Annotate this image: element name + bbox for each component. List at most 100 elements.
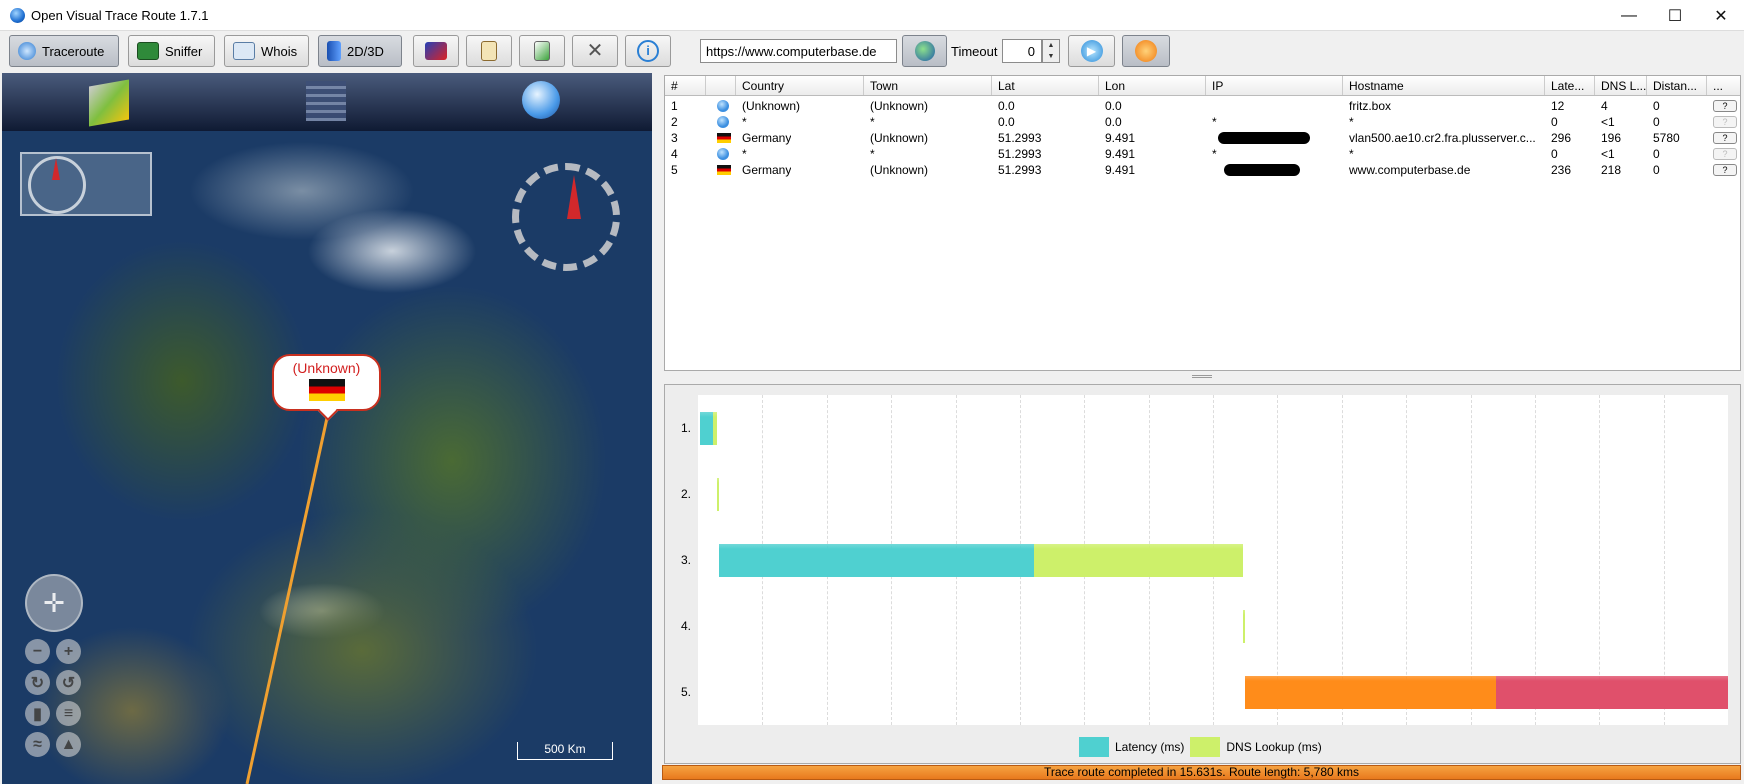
cell-flag bbox=[711, 98, 729, 114]
screenshot-icon bbox=[425, 42, 447, 60]
col-header[interactable]: Lat bbox=[992, 76, 1099, 95]
sniffer-button[interactable]: Sniffer bbox=[128, 35, 215, 67]
col-header[interactable]: # bbox=[665, 76, 706, 95]
cell-lat: 51.2993 bbox=[998, 163, 1042, 177]
horizontal-splitter[interactable] bbox=[664, 372, 1741, 382]
cell-country: (Unknown) bbox=[742, 99, 801, 113]
germany-flag-icon bbox=[308, 379, 345, 401]
col-header[interactable]: DNS L... bbox=[1595, 76, 1647, 95]
status-bar: Trace route completed in 15.631s. Route … bbox=[662, 765, 1741, 780]
cell-ip bbox=[1206, 162, 1300, 178]
cell-dns: <1 bbox=[1601, 115, 1615, 129]
terrain-icon[interactable]: ≈ bbox=[25, 732, 50, 757]
cell-distance: 0 bbox=[1653, 147, 1660, 161]
cell-distance: 0 bbox=[1653, 163, 1660, 177]
elevation-icon[interactable]: ≡ bbox=[56, 701, 81, 726]
about-button[interactable]: i bbox=[625, 35, 671, 67]
timeout-label: Timeout bbox=[951, 44, 998, 59]
whois-row-button[interactable]: ? bbox=[1713, 116, 1737, 128]
cell-num: 1 bbox=[671, 99, 678, 113]
view-label: 2D/3D bbox=[347, 43, 384, 59]
whois-row-button[interactable]: ? bbox=[1713, 164, 1737, 176]
col-header[interactable]: Distan... bbox=[1647, 76, 1707, 95]
table-row[interactable]: 1 (Unknown) (Unknown) 0.0 0.0 fritz.box … bbox=[665, 98, 1740, 114]
table-row[interactable]: 3 Germany (Unknown) 51.2993 9.491 vlan50… bbox=[665, 130, 1740, 146]
compass-needle-icon bbox=[567, 175, 581, 219]
germany-flag-icon bbox=[717, 165, 731, 175]
maximize-button[interactable]: ☐ bbox=[1652, 0, 1698, 31]
latency-bar bbox=[719, 543, 1035, 577]
cell-distance: 0 bbox=[1653, 115, 1660, 129]
col-header[interactable]: Late... bbox=[1545, 76, 1595, 95]
hop-balloon[interactable]: (Unknown) bbox=[272, 354, 381, 421]
timeout-spinner[interactable]: ▲ ▼ bbox=[1042, 39, 1060, 63]
export-button[interactable] bbox=[519, 35, 565, 67]
col-header[interactable]: ... bbox=[1707, 76, 1740, 95]
pan-control[interactable]: ✛ bbox=[25, 574, 83, 632]
whois-row-button[interactable]: ? bbox=[1713, 148, 1737, 160]
hops-table[interactable]: # Country Town Lat Lon IP Hostname Late.… bbox=[664, 75, 1741, 371]
stop-button[interactable] bbox=[1122, 35, 1170, 67]
rotate-right-icon[interactable]: ↺ bbox=[56, 670, 81, 695]
latency-bar bbox=[1244, 675, 1496, 709]
col-header[interactable]: Country bbox=[736, 76, 864, 95]
cell-lat: 51.2993 bbox=[998, 131, 1042, 145]
whois-row-button[interactable]: ? bbox=[1713, 100, 1737, 112]
compass[interactable] bbox=[512, 163, 620, 271]
cell-country: * bbox=[742, 147, 747, 161]
mountain-icon[interactable]: ▲ bbox=[56, 732, 81, 757]
view-2d3d-button[interactable]: 2D/3D bbox=[318, 35, 402, 67]
close-button[interactable]: ✕ bbox=[1698, 0, 1744, 31]
whois-label: Whois bbox=[261, 43, 298, 59]
legend-swatch-dns bbox=[1190, 737, 1221, 757]
screenshot-button[interactable] bbox=[413, 35, 459, 67]
cell-town: (Unknown) bbox=[870, 99, 929, 113]
cell-lat: 0.0 bbox=[998, 99, 1015, 113]
tilt-icon[interactable]: ▮ bbox=[25, 701, 50, 726]
start-trace-button[interactable]: ▶ bbox=[1068, 35, 1115, 67]
cell-town: (Unknown) bbox=[870, 131, 929, 145]
url-input[interactable] bbox=[700, 39, 897, 63]
col-header[interactable]: IP bbox=[1206, 76, 1343, 95]
spinner-up-icon[interactable]: ▲ bbox=[1043, 40, 1059, 51]
legend-label-latency: Latency (ms) bbox=[1115, 740, 1185, 754]
traceroute-button[interactable]: Traceroute bbox=[9, 35, 119, 67]
cell-hostname: * bbox=[1349, 147, 1354, 161]
map-scale: 500 Km bbox=[517, 742, 613, 760]
clipboard-button[interactable] bbox=[466, 35, 512, 67]
window-title: Open Visual Trace Route 1.7.1 bbox=[31, 8, 209, 23]
cell-num: 5 bbox=[671, 163, 678, 177]
settings-button[interactable]: ✕ bbox=[572, 35, 618, 67]
cell-latency: 12 bbox=[1551, 99, 1565, 113]
globe-icon bbox=[18, 42, 36, 60]
table-row[interactable]: 5 Germany (Unknown) 51.2993 9.491 www.co… bbox=[665, 162, 1740, 178]
col-header[interactable] bbox=[706, 76, 736, 95]
minimize-button[interactable]: — bbox=[1606, 0, 1652, 31]
cell-flag bbox=[711, 130, 731, 146]
table-row[interactable]: 4 * * 51.2993 9.491 * * 0 <1 0 ? bbox=[665, 146, 1740, 162]
col-header[interactable]: Lon bbox=[1099, 76, 1206, 95]
minimap[interactable] bbox=[20, 152, 152, 216]
zoom-out-icon[interactable]: − bbox=[25, 639, 50, 664]
cell-dns: 218 bbox=[1601, 163, 1622, 177]
table-row[interactable]: 2 * * 0.0 0.0 * * 0 <1 0 ? bbox=[665, 114, 1740, 130]
vertical-splitter[interactable] bbox=[652, 73, 662, 784]
col-header[interactable]: Town bbox=[864, 76, 992, 95]
play-icon: ▶ bbox=[1080, 40, 1103, 62]
lookup-button[interactable] bbox=[902, 35, 947, 67]
col-header[interactable]: Hostname bbox=[1343, 76, 1545, 95]
timeout-input[interactable] bbox=[1002, 39, 1042, 63]
whois-row-button[interactable]: ? bbox=[1713, 132, 1737, 144]
whois-button[interactable]: Whois bbox=[224, 35, 309, 67]
cell-hostname: * bbox=[1349, 115, 1354, 129]
spinner-down-icon[interactable]: ▼ bbox=[1043, 51, 1059, 62]
rotate-left-icon[interactable]: ↻ bbox=[25, 670, 50, 695]
zoom-in-icon[interactable]: + bbox=[56, 639, 81, 664]
cell-hostname: fritz.box bbox=[1349, 99, 1392, 113]
cell-country: * bbox=[742, 115, 747, 129]
hop-axis-label: 1. bbox=[681, 421, 692, 435]
app-globe-icon bbox=[10, 8, 25, 23]
splitter-grip-icon bbox=[1192, 375, 1212, 378]
cell-latency: 0 bbox=[1551, 147, 1558, 161]
cell-ip: * bbox=[1212, 147, 1217, 161]
